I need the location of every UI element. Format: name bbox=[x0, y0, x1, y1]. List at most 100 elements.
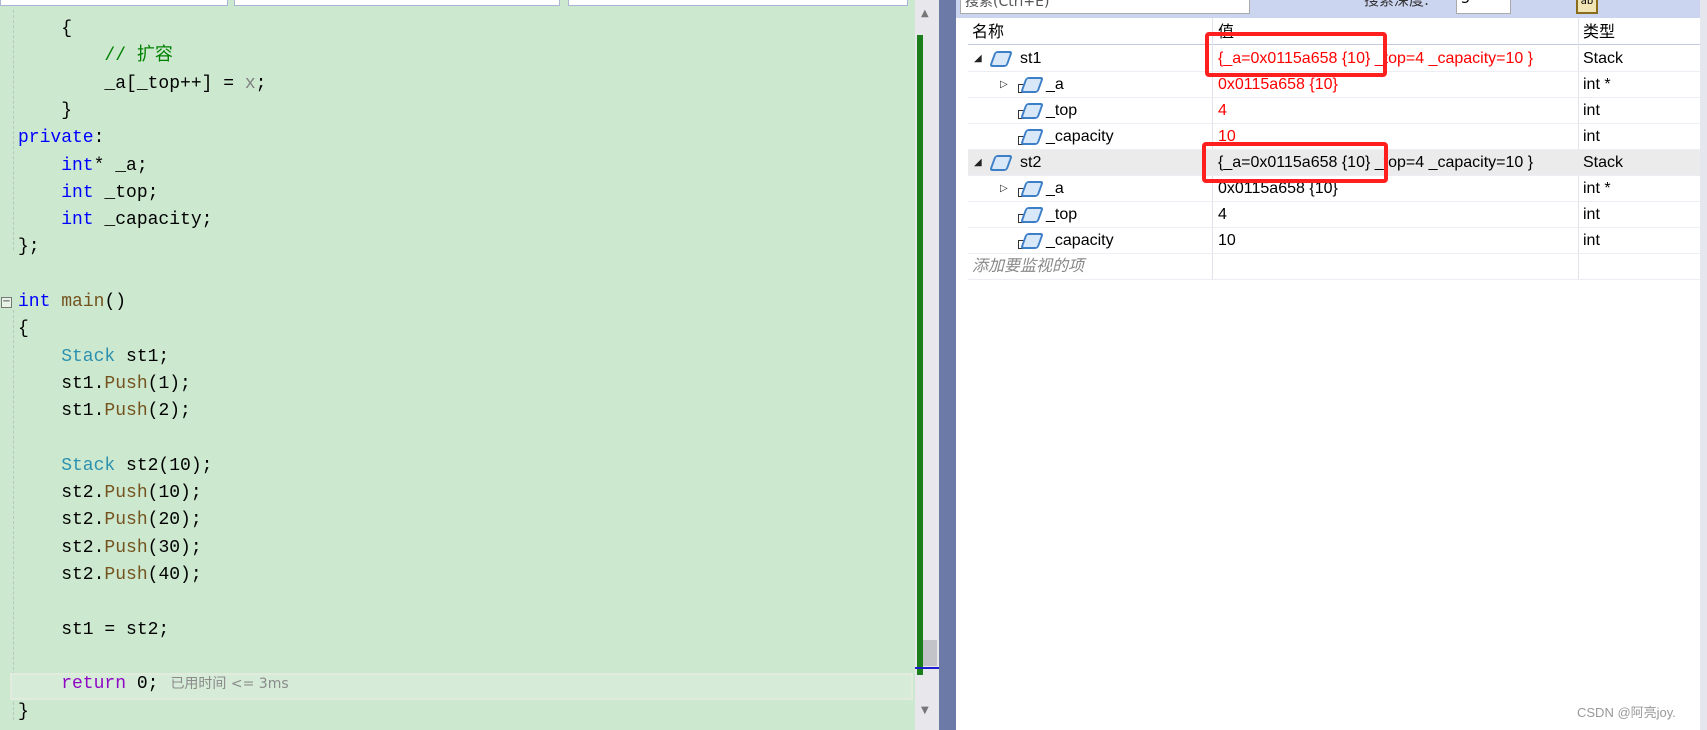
code-line[interactable]: _a[_top++] = x; bbox=[18, 71, 266, 98]
code-line[interactable]: st2.Push(40); bbox=[18, 562, 202, 589]
column-name-header[interactable]: 名称 bbox=[972, 18, 1004, 45]
editor-scrollbar[interactable]: ▲ ▼ bbox=[915, 0, 939, 730]
code-line[interactable]: return 0; 已用时间 <= 3ms bbox=[18, 671, 288, 698]
collapsed-triangle-icon[interactable]: ▷ bbox=[1000, 72, 1008, 98]
code-token: Push bbox=[104, 373, 148, 394]
code-line[interactable]: Stack st2(10); bbox=[18, 453, 212, 480]
watch-value[interactable]: 10 bbox=[1218, 228, 1236, 254]
expanded-triangle-icon[interactable]: ◢ bbox=[974, 150, 982, 176]
expanded-triangle-icon[interactable]: ◢ bbox=[974, 46, 982, 72]
watch-search-input[interactable]: 搜索(Ctrl+E) bbox=[960, 0, 1250, 14]
scroll-up-icon[interactable]: ▲ bbox=[921, 8, 929, 19]
code-token: (30); bbox=[147, 537, 202, 558]
watch-type: int * bbox=[1583, 76, 1611, 93]
code-line[interactable]: { bbox=[18, 16, 72, 43]
scroll-thumb[interactable] bbox=[923, 640, 937, 666]
code-line[interactable]: st1.Push(2); bbox=[18, 398, 191, 425]
object-icon bbox=[989, 150, 1013, 176]
highlight-box bbox=[1205, 32, 1387, 77]
code-line[interactable]: st2.Push(10); bbox=[18, 480, 202, 507]
add-watch-item[interactable]: 添加要监视的项 bbox=[968, 254, 1707, 280]
code-token: }; bbox=[18, 237, 40, 258]
code-token: (1); bbox=[147, 373, 191, 394]
code-line[interactable]: st1.Push(1); bbox=[18, 371, 191, 398]
editor-nav-dropdown[interactable] bbox=[0, 0, 228, 6]
scroll-down-icon[interactable]: ▼ bbox=[921, 705, 929, 716]
watch-name: _capacity bbox=[1046, 232, 1114, 249]
watch-type: int bbox=[1583, 102, 1600, 119]
code-token: Stack bbox=[18, 346, 116, 367]
code-token: Push bbox=[104, 510, 148, 531]
code-token: (10); bbox=[147, 483, 202, 504]
watch-value[interactable]: 4 bbox=[1218, 202, 1227, 228]
watch-row-top[interactable]: _top 4 int bbox=[968, 202, 1707, 228]
pane-splitter[interactable] bbox=[939, 0, 956, 730]
watch-type: int bbox=[1583, 206, 1600, 223]
code-line[interactable]: }; bbox=[18, 234, 40, 261]
search-depth-label: 搜索深度: bbox=[1364, 0, 1430, 9]
code-token: _capacity; bbox=[93, 210, 213, 231]
code-token: Push bbox=[104, 401, 148, 422]
editor-nav-dropdown[interactable] bbox=[234, 0, 560, 6]
private-field-icon bbox=[1018, 72, 1044, 98]
code-token: int bbox=[18, 155, 94, 176]
code-token: int bbox=[18, 210, 94, 231]
code-line[interactable]: private: bbox=[18, 125, 104, 152]
watch-name: _top bbox=[1046, 102, 1078, 119]
code-token: // 扩容 bbox=[18, 46, 173, 67]
code-token: ; bbox=[255, 73, 267, 94]
scope-guide bbox=[13, 10, 14, 250]
code-token: main bbox=[61, 292, 105, 312]
private-field-icon bbox=[1018, 124, 1044, 150]
code-token: 0; bbox=[126, 674, 159, 695]
watch-type: int * bbox=[1583, 180, 1611, 197]
watch-name: st2 bbox=[1020, 154, 1042, 171]
code-line[interactable]: st1 = st2; bbox=[18, 617, 169, 644]
code-token: st2. bbox=[18, 510, 105, 531]
code-token: _a[_top++] = bbox=[18, 73, 245, 94]
private-field-icon bbox=[1018, 228, 1044, 254]
code-token: Push bbox=[104, 537, 148, 558]
code-line[interactable]: int* _a; bbox=[18, 153, 148, 180]
code-token: st1 = st2; bbox=[18, 619, 170, 640]
code-line[interactable]: int _top; bbox=[18, 180, 158, 207]
watch-value[interactable]: 4 bbox=[1218, 98, 1227, 124]
watch-toolbar: 搜索(Ctrl+E) 搜索深度: 3 ab bbox=[956, 0, 1707, 18]
code-token: private bbox=[18, 128, 94, 149]
code-token: : bbox=[93, 128, 105, 149]
watch-row-capacity[interactable]: _capacity 10 int bbox=[968, 228, 1707, 254]
watch-name: _capacity bbox=[1046, 128, 1114, 145]
code-token: int bbox=[18, 182, 94, 203]
column-type-header[interactable]: 类型 bbox=[1583, 18, 1615, 45]
add-watch-placeholder[interactable]: 添加要监视的项 bbox=[972, 254, 1084, 280]
code-token: } bbox=[18, 701, 29, 722]
code-token: } bbox=[18, 100, 73, 121]
code-line[interactable]: int _capacity; bbox=[18, 207, 212, 234]
private-field-icon bbox=[1018, 98, 1044, 124]
view-format-icon[interactable]: ab bbox=[1576, 0, 1598, 14]
code-token: { bbox=[18, 319, 29, 340]
collapse-icon[interactable]: − bbox=[1, 297, 12, 308]
code-token: * _a; bbox=[93, 155, 148, 176]
watch-type: Stack bbox=[1583, 50, 1624, 67]
code-line[interactable]: } bbox=[18, 699, 29, 726]
private-field-icon bbox=[1018, 176, 1044, 202]
collapsed-triangle-icon[interactable]: ▷ bbox=[1000, 176, 1008, 202]
object-icon bbox=[989, 46, 1013, 72]
code-line[interactable]: } bbox=[18, 98, 72, 125]
code-token: (40); bbox=[147, 565, 202, 585]
editor-nav-dropdown[interactable] bbox=[568, 0, 908, 6]
code-line[interactable]: int main() bbox=[18, 289, 126, 316]
watch-row-top[interactable]: _top 4 int bbox=[968, 98, 1707, 124]
code-line[interactable]: Stack st1; bbox=[18, 344, 169, 371]
code-line[interactable]: st2.Push(30); bbox=[18, 535, 202, 562]
code-line[interactable]: st2.Push(20); bbox=[18, 507, 201, 534]
code-editor[interactable]: − { // 扩容 _a[_top++] = x; } private: int*… bbox=[0, 0, 915, 730]
watch-name: _top bbox=[1046, 206, 1078, 223]
code-line[interactable]: { bbox=[18, 316, 29, 343]
watch-type: int bbox=[1583, 128, 1600, 145]
code-line[interactable]: // 扩容 bbox=[18, 43, 173, 70]
code-token: st2. bbox=[18, 483, 105, 504]
search-depth-input[interactable]: 3 bbox=[1456, 0, 1511, 14]
highlight-box bbox=[1202, 142, 1388, 183]
